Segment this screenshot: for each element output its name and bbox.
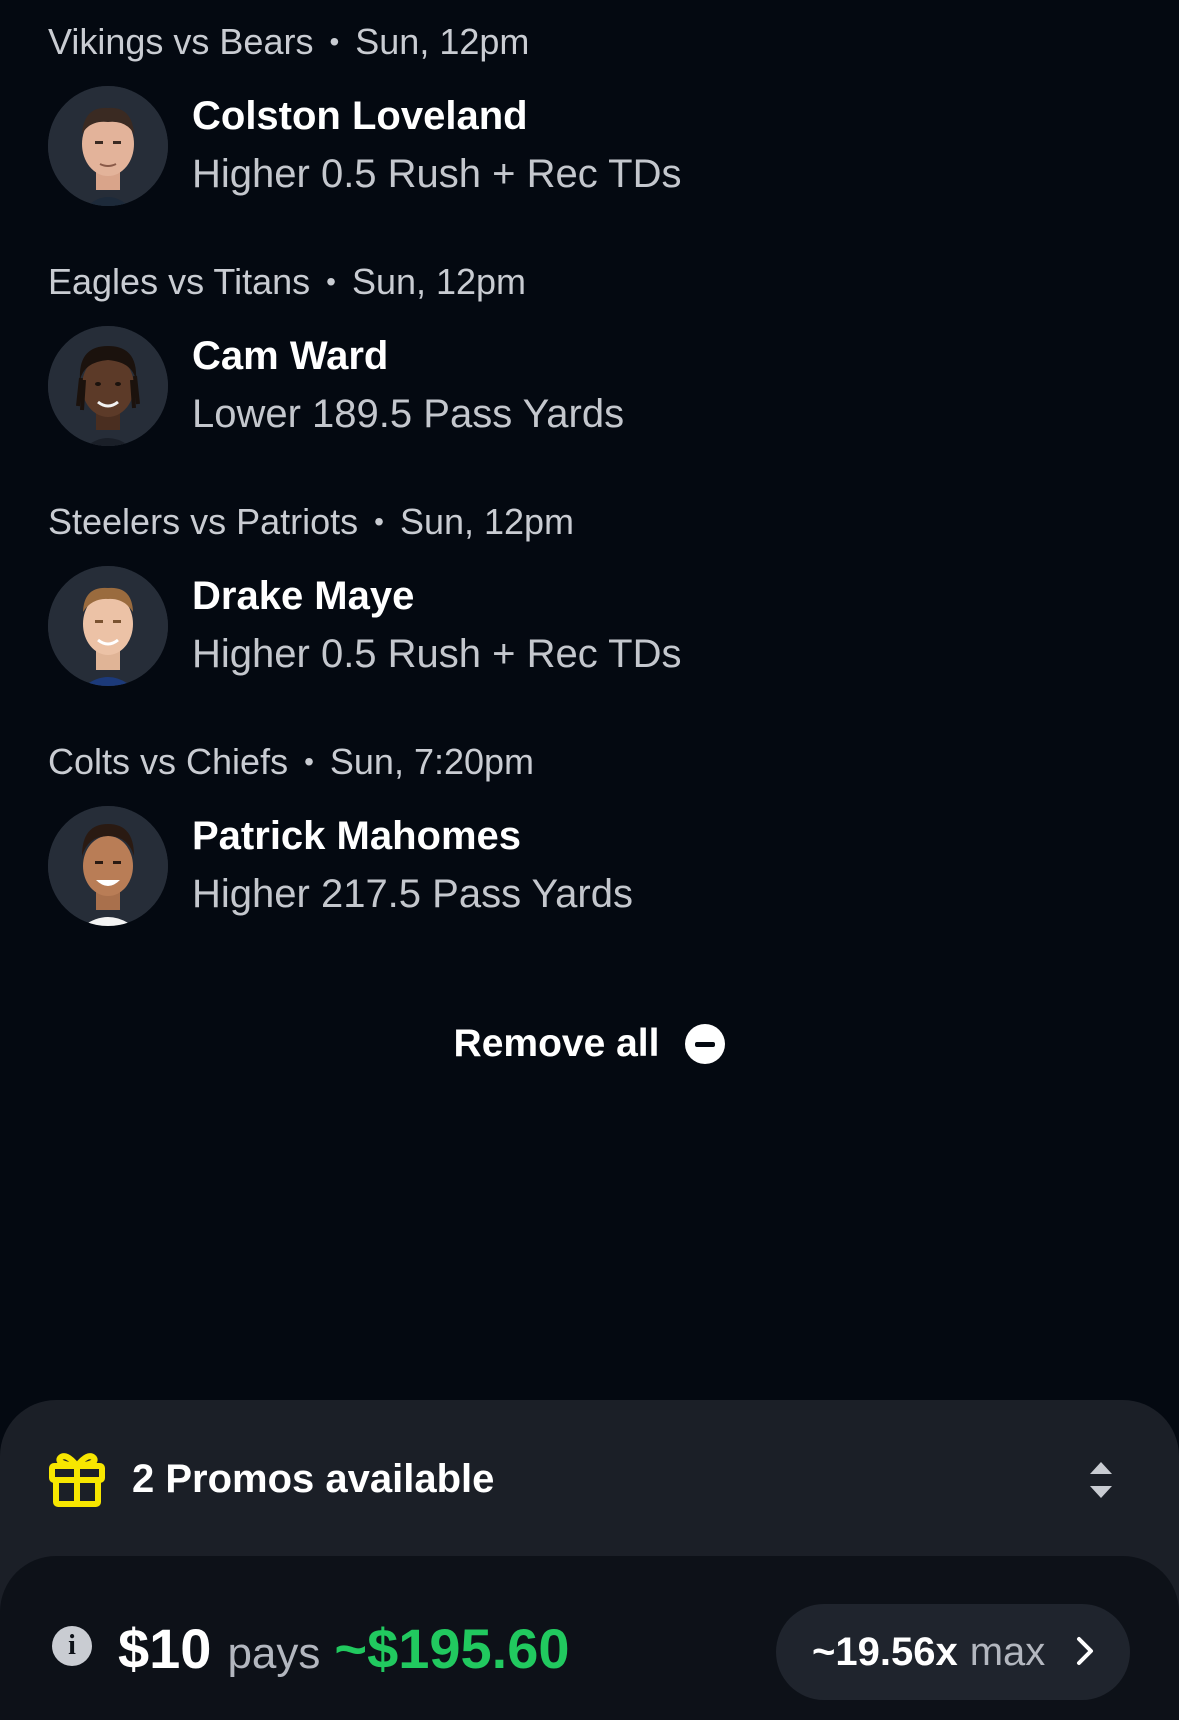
game-matchup: Steelers vs Patriots (48, 501, 359, 542)
game-time: Sun, 12pm (351, 261, 527, 302)
game-matchup: Eagles vs Titans (48, 261, 311, 302)
pick-line: Higher 217.5 Pass Yards (192, 872, 633, 916)
promos-row[interactable]: 2 Promos available (0, 1400, 1179, 1556)
stake-amount[interactable]: $10 (118, 1616, 211, 1681)
player-name: Patrick Mahomes (192, 814, 522, 858)
game-time: Sun, 12pm (355, 21, 530, 62)
pick-card[interactable]: Steelers vs Patriots • Sun, 12pm Drake M… (48, 502, 1128, 686)
remove-all-label: Remove all (453, 1022, 660, 1065)
separator-dot: • (304, 746, 314, 777)
player-avatar (48, 86, 168, 206)
pick-line: Higher 0.5 Rush + Rec TDs (192, 152, 682, 196)
pick-card[interactable]: Eagles vs Titans • Sun, 12pm Cam Ward Lo… (48, 262, 1128, 446)
payout-amount: ~$195.60 (334, 1617, 570, 1680)
entry-review-screen: Vikings vs Bears • Sun, 12pm Colston Lov… (0, 0, 1179, 1720)
player-name: Colston Loveland (192, 94, 528, 138)
remove-all-button[interactable]: Remove all (0, 1022, 1179, 1066)
game-matchup: Vikings vs Bears (48, 21, 314, 62)
separator-dot: • (326, 266, 336, 297)
payout-summary: $10 pays ~$195.60 (118, 1616, 570, 1681)
game-header: Vikings vs Bears • Sun, 12pm (48, 22, 1128, 62)
separator-dot: • (329, 26, 340, 57)
pays-word: pays (227, 1629, 321, 1678)
game-header: Steelers vs Patriots • Sun, 12pm (48, 502, 1128, 542)
pick-line: Higher 0.5 Rush + Rec TDs (192, 632, 682, 676)
game-time: Sun, 7:20pm (329, 741, 535, 782)
multiplier-button[interactable]: ~19.56x max (776, 1604, 1130, 1700)
chevron-right-icon (1077, 1637, 1093, 1665)
player-name: Cam Ward (192, 334, 389, 378)
payout-sheet: i $10 pays ~$195.60 ~19.56x max (0, 1556, 1179, 1720)
game-header: Colts vs Chiefs • Sun, 7:20pm (48, 742, 1128, 782)
sort-arrows-icon[interactable] (1088, 1458, 1114, 1502)
pick-line: Lower 189.5 Pass Yards (192, 392, 625, 436)
player-avatar (48, 566, 168, 686)
pick-card[interactable]: Vikings vs Bears • Sun, 12pm Colston Lov… (48, 22, 1128, 206)
separator-dot: • (374, 506, 384, 537)
minus-circle-icon (685, 1024, 726, 1064)
player-avatar (48, 326, 168, 446)
info-icon[interactable]: i (52, 1626, 92, 1666)
pick-card[interactable]: Colts vs Chiefs • Sun, 7:20pm Patrick Ma… (48, 742, 1128, 926)
game-time: Sun, 12pm (399, 501, 575, 542)
multiplier-value: ~19.56x (812, 1629, 958, 1674)
player-avatar (48, 806, 168, 926)
player-name: Drake Maye (192, 574, 415, 618)
gift-icon (49, 1453, 105, 1507)
game-matchup: Colts vs Chiefs (48, 741, 289, 782)
promos-label: 2 Promos available (132, 1457, 495, 1501)
game-header: Eagles vs Titans • Sun, 12pm (48, 262, 1128, 302)
multiplier-max-label: max (969, 1629, 1046, 1674)
